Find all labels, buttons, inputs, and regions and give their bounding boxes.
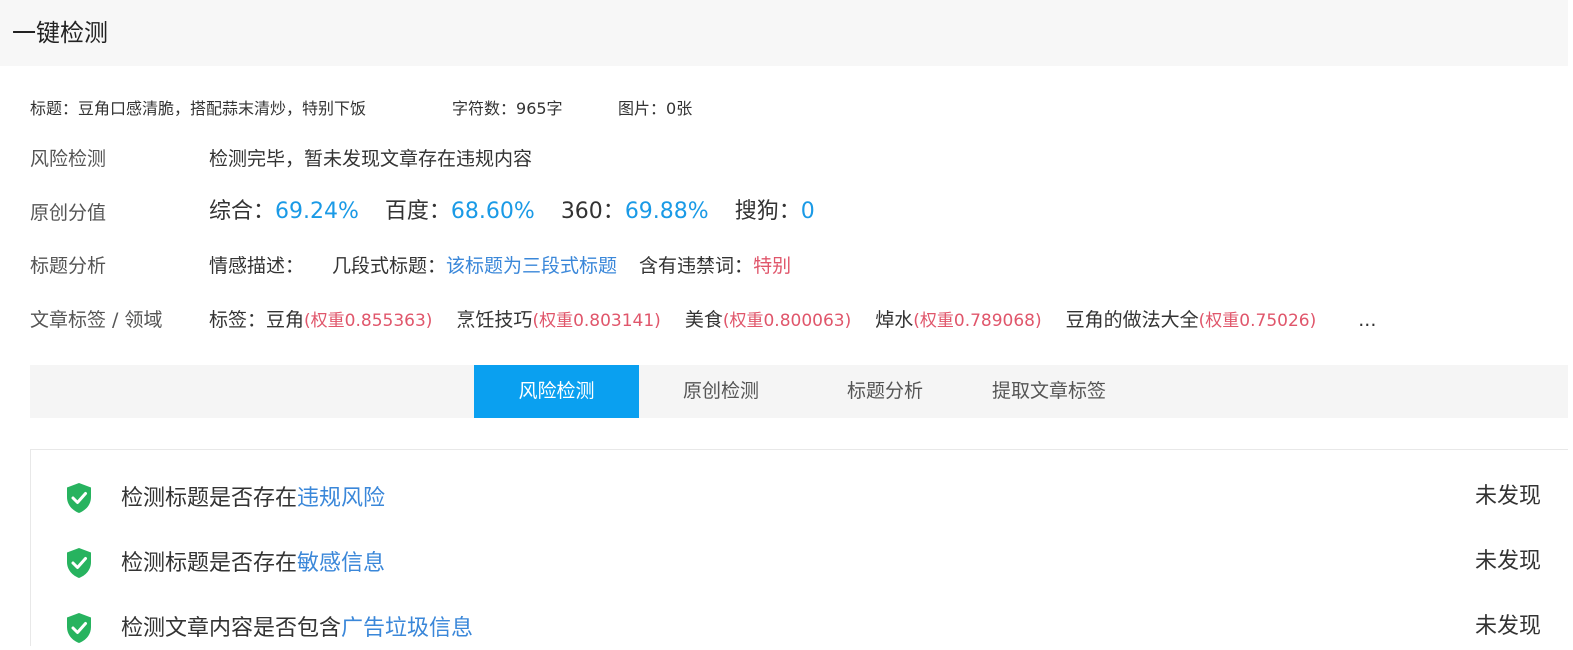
check-item: 检测标题是否存在敏感信息 未发现: [31, 545, 1569, 585]
check-text: 检测标题是否存在敏感信息: [121, 547, 385, 581]
score-overall-name: 综合：: [209, 199, 276, 224]
tag-item-weight: (权重0.800063): [722, 311, 852, 331]
shield-check-icon: [67, 613, 91, 643]
originality-row: 原创分值 综合：69.24% 百度：68.60% 360：69.88% 搜狗：0: [30, 195, 1560, 229]
meta-title-label: 标题：: [30, 99, 79, 118]
meta-images-label: 图片：: [618, 99, 667, 118]
meta-chars-value: 965字: [516, 99, 563, 118]
score-overall-value: 69.24%: [275, 199, 359, 224]
check-text-prefix: 检测文章内容是否包含: [121, 616, 342, 641]
tag-item-name: 烹饪技巧: [456, 309, 533, 331]
score-sogou-name: 搜狗：: [734, 199, 801, 224]
meta-images: 图片：0张: [618, 98, 692, 120]
meta-chars-label: 字符数：: [452, 99, 517, 118]
tab-extract-tags[interactable]: 提取文章标签: [976, 365, 1122, 418]
check-text-highlight[interactable]: 敏感信息: [297, 551, 385, 576]
check-status: 未发现: [1475, 549, 1542, 574]
check-item: 检测文章内容是否包含广告垃圾信息 未发现: [31, 610, 1569, 650]
check-status: 未发现: [1475, 614, 1542, 639]
title-analysis-row: 标题分析 情感描述： 几段式标题：该标题为三段式标题 含有违禁词：特别: [30, 252, 1560, 280]
score-sogou-value: 0: [800, 199, 815, 224]
tab-risk-detection[interactable]: 风险检测: [474, 365, 639, 418]
check-text: 检测文章内容是否包含广告垃圾信息: [121, 612, 473, 646]
check-text-highlight[interactable]: 违规风险: [297, 486, 385, 511]
tag-item-name: 豆角: [266, 309, 305, 331]
risk-row: 风险检测 检测完毕，暂未发现文章存在违规内容: [30, 145, 1560, 173]
page-header: 一键检测: [0, 0, 1568, 66]
tags-row: 文章标签 / 领域 标签：豆角(权重0.855363) 烹饪技巧(权重0.8031…: [30, 306, 1560, 334]
shield-check-icon: [67, 483, 91, 513]
tag-item-weight: (权重0.855363): [304, 311, 433, 331]
tag-item-name: 豆角的做法大全: [1065, 309, 1199, 331]
page-title: 一键检测: [12, 19, 108, 47]
score-360-value: 69.88%: [624, 199, 709, 224]
detection-tabs: 风险检测 原创检测 标题分析 提取文章标签: [30, 365, 1568, 418]
tag-item-weight: (权重0.75026): [1198, 311, 1317, 331]
tags-content: 标签：豆角(权重0.855363) 烹饪技巧(权重0.803141) 美食(权重0.…: [209, 306, 1376, 335]
originality-label: 原创分值: [30, 202, 107, 224]
tag-item-name: 美食: [684, 309, 723, 331]
tags-label: 文章标签 / 领域: [30, 309, 163, 331]
tag-item-name: 焯水: [875, 309, 914, 331]
check-status: 未发现: [1475, 484, 1542, 509]
tag-item-weight: (权重0.789068): [913, 311, 1042, 331]
segment-value: 该标题为三段式标题: [446, 255, 618, 277]
check-text-prefix: 检测标题是否存在: [121, 551, 298, 576]
title-analysis-content: 情感描述： 几段式标题：该标题为三段式标题 含有违禁词：特别: [209, 252, 791, 280]
results-panel: 检测标题是否存在违规风险 未发现 检测标题是否存在敏感信息 未发现 检测文章内容…: [30, 449, 1568, 646]
meta-chars: 字符数：965字: [452, 98, 563, 120]
tab-originality-detection[interactable]: 原创检测: [648, 365, 794, 418]
risk-text: 检测完毕，暂未发现文章存在违规内容: [209, 148, 533, 170]
shield-check-icon: [67, 548, 91, 578]
score-360-name: 360：: [560, 199, 625, 224]
segment-label: 几段式标题：: [332, 255, 447, 277]
tags-prefix: 标签：: [209, 309, 267, 331]
tags-more[interactable]: ...: [1358, 309, 1376, 331]
tag-item-weight: (权重0.803141): [532, 311, 661, 331]
check-text-prefix: 检测标题是否存在: [121, 486, 298, 511]
meta-title: 标题：豆角口感清脆，搭配蒜末清炒，特别下饭: [30, 98, 366, 120]
meta-images-value: 0张: [666, 99, 693, 118]
check-text-highlight[interactable]: 广告垃圾信息: [341, 616, 473, 641]
score-baidu-name: 百度：: [384, 199, 451, 224]
emotion-label: 情感描述：: [209, 255, 305, 277]
originality-scores: 综合：69.24% 百度：68.60% 360：69.88% 搜狗：0: [209, 195, 815, 229]
check-text: 检测标题是否存在违规风险: [121, 482, 385, 516]
title-analysis-label: 标题分析: [30, 255, 107, 277]
tab-title-analysis[interactable]: 标题分析: [812, 365, 958, 418]
meta-title-value: 豆角口感清脆，搭配蒜末清炒，特别下饭: [78, 99, 367, 118]
banned-label: 含有违禁词：: [639, 255, 754, 277]
check-item: 检测标题是否存在违规风险 未发现: [31, 480, 1569, 520]
banned-value: 特别: [753, 255, 792, 277]
score-baidu-value: 68.60%: [450, 199, 535, 224]
risk-label: 风险检测: [30, 148, 107, 170]
